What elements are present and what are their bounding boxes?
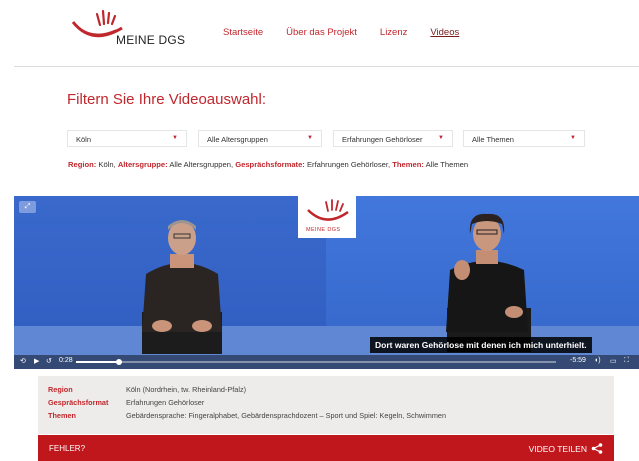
info-key: Gesprächsformat bbox=[48, 398, 109, 407]
region-select[interactable]: Köln ▼ bbox=[67, 130, 187, 147]
site-logo[interactable]: MEINE DGS bbox=[70, 8, 200, 48]
progress-knob[interactable] bbox=[116, 359, 123, 365]
summary-format-label: Gesprächsformate: bbox=[235, 160, 305, 169]
nav-ueber-das-projekt[interactable]: Über das Projekt bbox=[286, 27, 357, 38]
header-divider bbox=[14, 66, 639, 67]
progress-fill bbox=[76, 361, 120, 363]
share-video-label: VIDEO TEILEN bbox=[528, 443, 587, 454]
themes-select-value: Alle Themen bbox=[472, 135, 514, 144]
signer-left-figure bbox=[142, 220, 222, 354]
summary-region-value: Köln, bbox=[98, 160, 116, 169]
filter-title: Filtern Sie Ihre Videoauswahl: bbox=[67, 91, 266, 108]
video-controls: ⟲ ▶ ↺ 0:28 -5:59 ◖) ▭ ⛶ bbox=[14, 355, 639, 369]
info-value: Erfahrungen Gehörloser bbox=[126, 398, 205, 407]
info-key: Region bbox=[48, 385, 73, 394]
rewind-icon[interactable]: ⟲ bbox=[20, 357, 26, 365]
caret-down-icon: ▼ bbox=[172, 135, 178, 141]
action-bar: FEHLER? VIDEO TEILEN bbox=[38, 435, 614, 461]
video-logo-text: MEINE DGS bbox=[306, 227, 341, 233]
info-value: Köln (Nordrhein, tw. Rheinland-Pfalz) bbox=[126, 385, 247, 394]
share-icon bbox=[591, 443, 603, 454]
summary-age-label: Altersgruppe: bbox=[117, 160, 168, 169]
info-value: Gebärdensprache: Fingeralphabet, Gebärde… bbox=[126, 411, 447, 420]
summary-format-value: Erfahrungen Gehörloser, bbox=[306, 160, 391, 169]
share-video-button[interactable]: VIDEO TEILEN bbox=[529, 443, 603, 454]
themes-select[interactable]: Alle Themen ▼ bbox=[463, 130, 585, 147]
caret-down-icon: ▼ bbox=[570, 135, 576, 141]
nav-lizenz[interactable]: Lizenz bbox=[380, 27, 407, 38]
logo-mark-icon bbox=[307, 199, 349, 221]
video-info: Region Köln (Nordrhein, tw. Rheinland-Pf… bbox=[38, 376, 614, 434]
video-logo: MEINE DGS bbox=[298, 196, 356, 238]
audio-description-icon[interactable]: ◖) bbox=[594, 357, 601, 364]
replay-icon[interactable]: ↺ bbox=[46, 357, 52, 365]
progress-track[interactable] bbox=[76, 361, 556, 363]
fullscreen-icon[interactable]: ⛶ bbox=[624, 357, 629, 365]
remaining-time: -5:59 bbox=[570, 357, 586, 364]
video-subtitle: Dort waren Gehörlose mit denen ich mich … bbox=[370, 337, 592, 353]
main-nav: Startseite Über das Projekt Lizenz Video… bbox=[223, 27, 459, 38]
current-time: 0:28 bbox=[59, 357, 73, 364]
nav-startseite[interactable]: Startseite bbox=[223, 27, 263, 38]
age-group-select[interactable]: Alle Altersgruppen ▼ bbox=[198, 130, 322, 147]
summary-region-label: Region: bbox=[68, 160, 97, 169]
play-icon[interactable]: ▶ bbox=[34, 357, 39, 365]
format-select[interactable]: Erfahrungen Gehörloser ▼ bbox=[333, 130, 453, 147]
signer-right-figure bbox=[446, 213, 531, 352]
nav-videos[interactable]: Videos bbox=[430, 27, 459, 38]
format-select-value: Erfahrungen Gehörloser bbox=[342, 135, 423, 144]
caret-down-icon: ▼ bbox=[307, 135, 313, 141]
expand-icon[interactable]: ⤢ bbox=[19, 201, 36, 213]
logo-text: MEINE DGS bbox=[116, 33, 186, 47]
summary-age-value: Alle Altersgruppen, bbox=[169, 160, 234, 169]
subtitles-icon[interactable]: ▭ bbox=[610, 357, 617, 365]
video-player[interactable]: ⤢ MEINE DGS Dort waren Gehörlose mit den… bbox=[14, 196, 639, 369]
filter-summary: Region: Köln, Altersgruppe: Alle Altersg… bbox=[68, 160, 468, 169]
region-select-value: Köln bbox=[76, 135, 92, 144]
site-header: MEINE DGS Startseite Über das Projekt Li… bbox=[0, 0, 639, 58]
info-key: Themen bbox=[48, 411, 76, 420]
caret-down-icon: ▼ bbox=[438, 135, 444, 141]
summary-themes-value: Alle Themen bbox=[425, 160, 469, 169]
age-group-select-value: Alle Altersgruppen bbox=[207, 135, 268, 144]
summary-themes-label: Themen: bbox=[392, 160, 424, 169]
report-error-link[interactable]: FEHLER? bbox=[49, 444, 85, 453]
